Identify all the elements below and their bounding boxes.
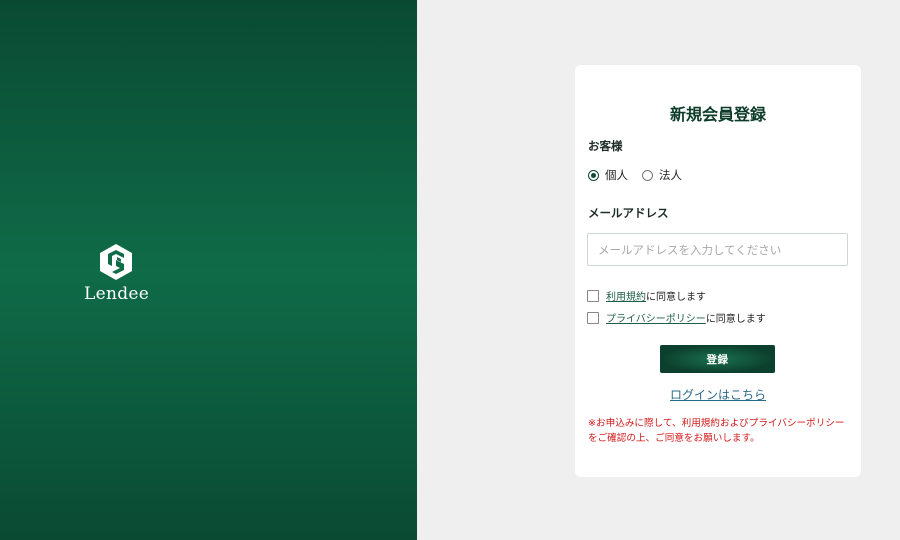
customer-type-group: 個人 法人 <box>588 167 696 183</box>
customer-type-label: お客様 <box>588 139 623 153</box>
page-title: 新規会員登録 <box>669 105 766 124</box>
customer-type-corporate[interactable]: 法人 <box>642 167 682 183</box>
login-link[interactable]: ログインはこちら <box>575 386 861 403</box>
brand-logo: Lendee <box>84 242 150 304</box>
email-label: メールアドレス <box>588 206 669 220</box>
customer-type-corporate-label: 法人 <box>659 168 682 182</box>
customer-type-individual[interactable]: 個人 <box>588 167 628 183</box>
privacy-agreement-text: に同意します <box>705 314 766 325</box>
radio-checked-icon[interactable] <box>588 169 599 181</box>
customer-type-individual-label: 個人 <box>605 168 628 182</box>
terms-link[interactable]: 利用規約 <box>606 288 646 303</box>
lendee-logo-icon <box>100 244 132 280</box>
register-button[interactable]: 登録 <box>660 345 775 373</box>
email-input[interactable] <box>587 233 848 266</box>
consent-notice: ※お申込みに際して、利用規約およびプライバシーポリシーをご確認の上、ご同意をお願… <box>588 418 845 444</box>
checkbox-icon[interactable] <box>587 311 599 324</box>
privacy-agreement-row: プライバシーポリシー に同意します <box>587 310 766 325</box>
brand-name: Lendee <box>84 284 150 304</box>
radio-unchecked-icon[interactable] <box>642 169 653 181</box>
terms-agreement-text: に同意します <box>646 292 706 303</box>
checkbox-icon[interactable] <box>587 289 599 302</box>
privacy-policy-link[interactable]: プライバシーポリシー <box>606 310 706 325</box>
terms-agreement-row: 利用規約 に同意します <box>587 288 706 303</box>
registration-card: 新規会員登録 お客様 個人 法人 メールアドレス 利用規約 に同意します プライ… <box>575 65 861 477</box>
brand-panel: Lendee <box>0 0 417 540</box>
